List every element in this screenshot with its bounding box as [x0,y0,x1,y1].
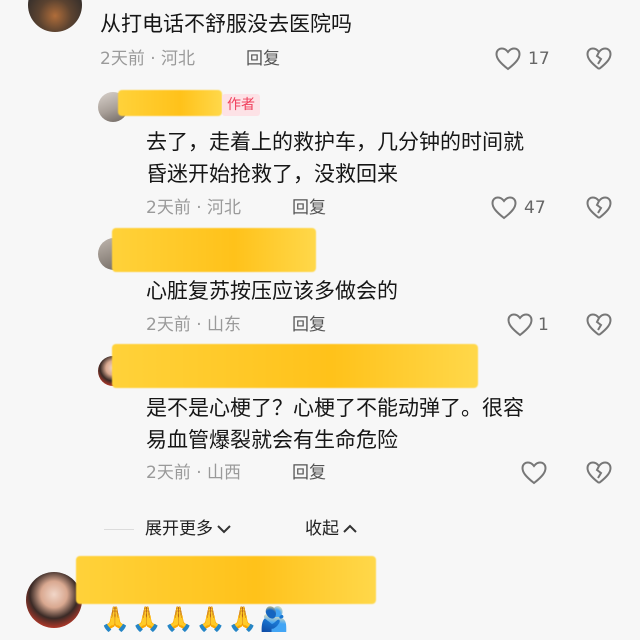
dislike-button[interactable] [585,459,613,487]
like-count: 47 [524,198,546,218]
comment-meta: 2天前 · 河北 [146,198,242,218]
dislike-button[interactable] [585,45,613,73]
comment-text: 是不是心梗了？心梗了不能动弹了。很容 [146,396,524,420]
redacted-username [112,344,478,388]
collapse-button[interactable]: 收起 [305,517,358,541]
reply-button[interactable]: 回复 [246,47,280,71]
comment-emojis: 🙏🙏🙏🙏🙏🫂 [100,605,292,633]
heart-icon [495,47,521,71]
like-button[interactable] [506,311,534,339]
heart-icon [521,461,547,485]
broken-heart-icon [586,47,612,70]
comment-text: 心脏复苏按压应该多做会的 [146,279,398,303]
dislike-button[interactable] [585,194,613,222]
comment-text: 去了，走着上的救护车，几分钟的时间就 [146,130,524,154]
redacted-username [76,556,376,604]
comment-text: 易血管爆裂就会有生命危险 [146,428,398,452]
like-button[interactable] [520,459,548,487]
like-count: 17 [528,49,550,69]
comment-meta: 2天前 · 山西 [146,463,242,483]
like-count: 1 [538,315,549,335]
redacted-username [118,90,222,116]
author-badge: 作者 [222,94,260,116]
divider [104,529,134,530]
comment-meta: 2天前 · 山东 [146,315,242,335]
chevron-up-icon [343,524,357,533]
reply-button[interactable]: 回复 [292,461,326,485]
avatar[interactable] [28,0,82,32]
dislike-button[interactable] [585,311,613,339]
broken-heart-icon [586,196,612,219]
comment-text: 从打电话不舒服没去医院吗 [100,12,352,36]
collapse-label: 收起 [305,519,339,539]
broken-heart-icon [586,461,612,484]
like-button[interactable] [490,194,518,222]
reply-button[interactable]: 回复 [292,313,326,337]
broken-heart-icon [586,313,612,336]
reply-button[interactable]: 回复 [292,196,326,220]
expand-more-button[interactable]: 展开更多 [145,517,232,541]
heart-icon [491,196,517,220]
redacted-username [112,228,316,272]
chevron-down-icon [217,525,231,534]
heart-icon [507,313,533,337]
expand-more-label: 展开更多 [145,519,213,539]
avatar[interactable] [26,572,82,628]
comment-text: 昏迷开始抢救了，没救回来 [146,162,398,186]
comment-meta: 2天前 · 河北 [100,49,196,69]
like-button[interactable] [494,45,522,73]
